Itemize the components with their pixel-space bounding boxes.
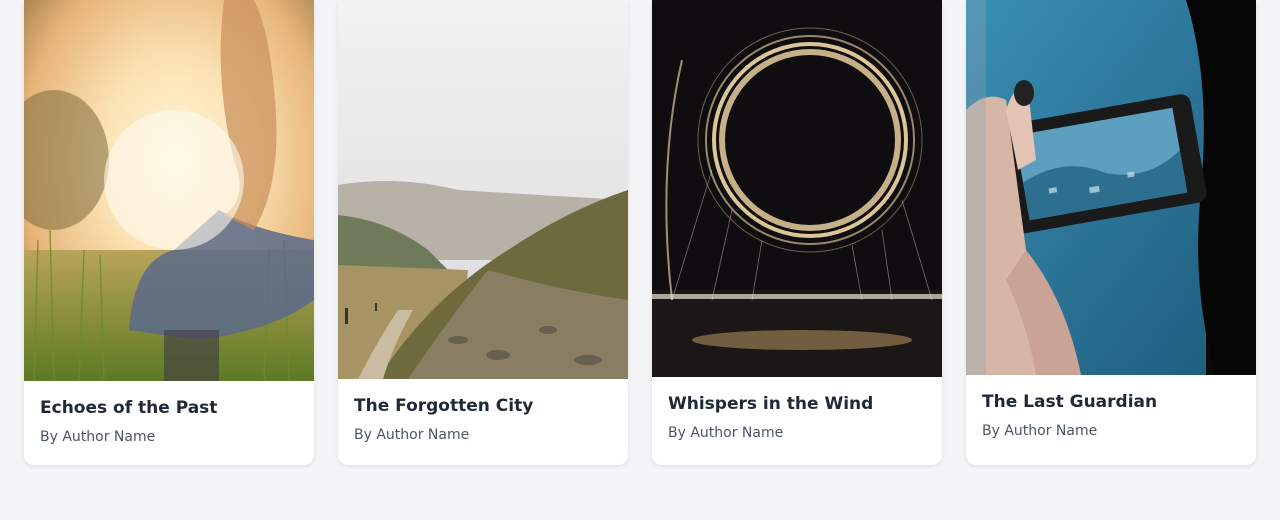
book-title: Echoes of the Past [40, 398, 218, 418]
book-title: The Forgotten City [354, 396, 534, 416]
book-author: By Author Name [354, 427, 470, 443]
book-info: Whispers in the Wind By Author Name [652, 377, 942, 458]
sunlit-girl-in-field-image [24, 0, 314, 381]
book-card[interactable]: The Last Guardian By Author Name [966, 0, 1256, 465]
book-author: By Author Name [40, 429, 156, 445]
hand-holding-phone-image [966, 0, 1256, 375]
book-info: The Last Guardian By Author Name [966, 375, 1256, 456]
light-ring-long-exposure-image [652, 0, 942, 377]
misty-mountain-trail-image [338, 0, 628, 379]
book-title: Whispers in the Wind [668, 394, 874, 414]
book-card[interactable]: The Forgotten City By Author Name [338, 0, 628, 465]
book-author: By Author Name [668, 425, 784, 441]
book-card[interactable]: Whispers in the Wind By Author Name [652, 0, 942, 465]
book-title: The Last Guardian [982, 392, 1158, 412]
book-info: Echoes of the Past By Author Name [24, 381, 314, 462]
book-grid: Echoes of the Past By Author Name The Fo… [0, 0, 1280, 520]
book-author: By Author Name [982, 423, 1098, 439]
book-card[interactable]: Echoes of the Past By Author Name [24, 0, 314, 465]
book-info: The Forgotten City By Author Name [338, 379, 628, 460]
